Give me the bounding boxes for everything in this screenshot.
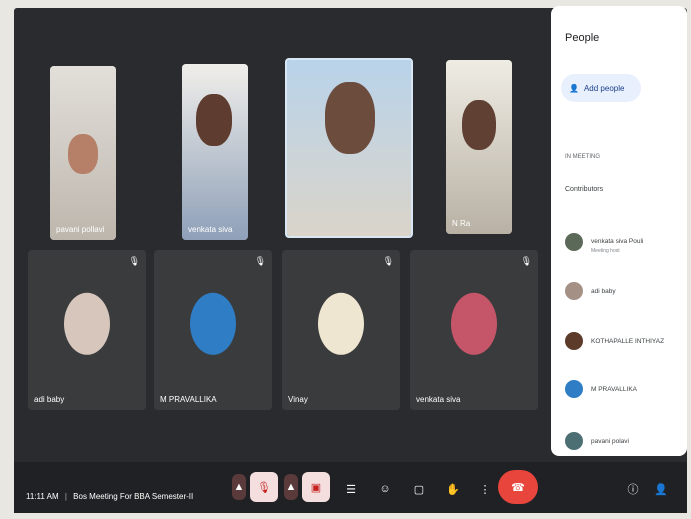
present-button[interactable]: ▢	[406, 476, 432, 502]
person-name: M PRAVALLIKA	[591, 385, 637, 393]
mic-off-icon: 🎙	[520, 256, 532, 266]
mic-options-button[interactable]: ▲	[232, 474, 246, 500]
mic-off-icon: 🎙	[382, 256, 394, 266]
camera-toggle-button[interactable]: ▣	[302, 472, 330, 502]
people-button[interactable]: 👤	[648, 476, 674, 502]
participant-face	[325, 82, 375, 154]
participant-name: N Ra	[452, 219, 471, 228]
participant-tile[interactable]: pavani pollavi	[50, 66, 116, 240]
person-row[interactable]: adi baby	[565, 282, 616, 300]
person-avatar	[565, 332, 583, 350]
people-icon: 👤	[654, 483, 668, 496]
avatar	[190, 292, 236, 355]
participant-tile[interactable]: 🎙 venkata siva	[410, 250, 538, 410]
meeting-title: Bos Meeting For BBA Semester-II	[73, 492, 194, 501]
person-role: Meeting host	[591, 248, 620, 254]
person-avatar	[565, 380, 583, 398]
hand-icon: ✋	[446, 483, 460, 496]
person-avatar	[565, 282, 583, 300]
person-avatar	[565, 233, 583, 251]
meeting-toolbar: 11:11 AM | Bos Meeting For BBA Semester-…	[14, 462, 687, 513]
mic-toggle-button[interactable]: 🎙	[250, 472, 278, 502]
add-people-button[interactable]: 👤 Add people	[561, 74, 641, 102]
participant-video	[182, 64, 248, 240]
person-row[interactable]: KOTHAPALLE INTHIYAZ	[565, 332, 664, 350]
participant-name: venkata siva	[188, 225, 233, 234]
meeting-details-button[interactable]: ⓘ	[620, 476, 646, 502]
avatar	[64, 292, 110, 355]
camera-off-icon: ▣	[310, 481, 322, 494]
participant-tile[interactable]: N Ra	[446, 60, 512, 234]
participant-face	[462, 100, 496, 150]
present-icon: ▢	[413, 483, 425, 496]
avatar	[451, 292, 497, 355]
person-row[interactable]: pavani polavi	[565, 432, 629, 450]
participant-name: M PRAVALLIKA	[160, 395, 217, 404]
add-people-label: Add people	[583, 83, 625, 93]
emoji-icon: ☺	[379, 483, 391, 495]
person-avatar	[565, 432, 583, 450]
people-panel: People 👤 Add people IN MEETING Contribut…	[551, 6, 687, 456]
avatar	[318, 292, 364, 355]
captions-button[interactable]: ☰	[338, 476, 364, 502]
section-label: IN MEETING	[565, 154, 601, 160]
raise-hand-button[interactable]: ✋	[440, 476, 466, 502]
more-vertical-icon: ⋮	[479, 483, 491, 496]
end-call-button[interactable]: ☎	[498, 470, 538, 504]
participant-name: adi baby	[34, 395, 65, 404]
clock-time: 11:11 AM	[26, 492, 59, 501]
participant-face	[68, 134, 98, 174]
person-name: pavani polavi	[591, 437, 629, 445]
participant-name: venkata siva	[416, 395, 461, 404]
participant-name: pavani pollavi	[56, 225, 105, 234]
participant-tile[interactable]	[285, 58, 413, 238]
captions-icon: ☰	[346, 483, 356, 496]
person-row[interactable]: M PRAVALLIKA	[565, 380, 637, 398]
mic-off-icon: 🎙	[257, 481, 271, 494]
participant-tile[interactable]: 🎙 M PRAVALLIKA	[154, 250, 272, 410]
mic-off-icon: 🎙	[254, 256, 266, 266]
person-row[interactable]: venkata siva Pouli Meeting host	[565, 230, 643, 254]
panel-title: People	[565, 32, 600, 44]
person-name: KOTHAPALLE INTHIYAZ	[591, 337, 665, 345]
person-name: venkata siva Pouli	[591, 238, 644, 245]
add-person-icon: 👤	[569, 83, 579, 93]
participant-tile[interactable]: 🎙 adi baby	[28, 250, 146, 410]
meeting-info: 11:11 AM | Bos Meeting For BBA Semester-…	[26, 492, 194, 501]
phone-hangup-icon: ☎	[511, 481, 525, 494]
person-name: adi baby	[591, 287, 616, 295]
emoji-button[interactable]: ☺	[372, 476, 398, 502]
participant-name: Vinay	[288, 395, 308, 404]
camera-options-button[interactable]: ▲	[284, 474, 298, 500]
more-options-button[interactable]: ⋮	[472, 476, 498, 502]
info-icon: ⓘ	[627, 484, 639, 496]
participant-tile[interactable]: 🎙 Vinay	[282, 250, 400, 410]
group-label: Contributors	[565, 186, 604, 193]
participant-tile[interactable]: venkata siva	[182, 64, 248, 240]
participant-face	[196, 94, 232, 146]
mic-off-icon: 🎙	[128, 256, 140, 266]
